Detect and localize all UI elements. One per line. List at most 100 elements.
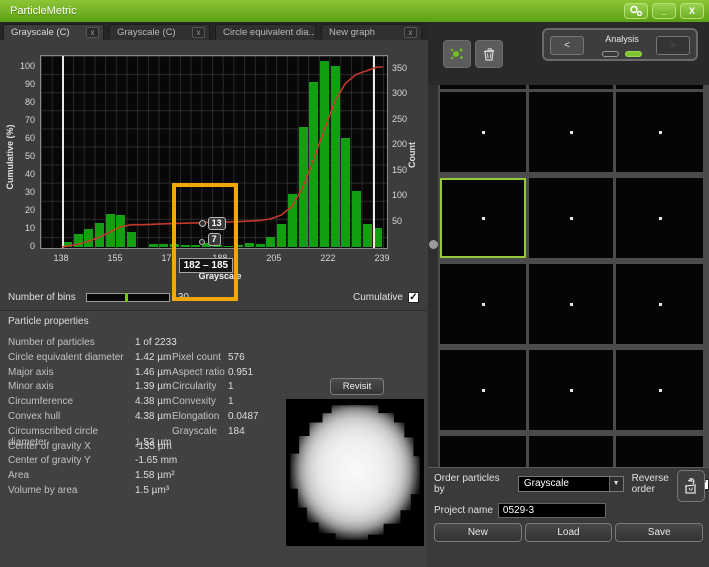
- particle-blob: [290, 405, 420, 540]
- tab-label: Circle equivalent dia...: [223, 27, 316, 38]
- particle-cell[interactable]: [616, 350, 703, 430]
- property-value: 1.39 µm: [135, 381, 171, 392]
- order-particles-by-label: Order particles by: [434, 473, 512, 495]
- y-left-tick: 20: [5, 205, 35, 215]
- property-value: 1: [228, 381, 234, 392]
- x-tick: 155: [100, 253, 130, 263]
- particle-cell-selected[interactable]: [440, 178, 526, 258]
- y-left-tick: 40: [5, 169, 35, 179]
- particle-cell[interactable]: [616, 178, 703, 258]
- grid-scrollbar[interactable]: [428, 85, 438, 467]
- property-value: 576: [228, 352, 245, 363]
- particle-cell[interactable]: [616, 436, 703, 467]
- particle-dot: [659, 217, 662, 220]
- particle-dot: [570, 131, 573, 134]
- tab-0[interactable]: Grayscale (C) x: [3, 24, 104, 40]
- particle-dot: [659, 389, 662, 392]
- close-button[interactable]: X: [680, 3, 704, 19]
- tab-close-icon[interactable]: x: [404, 27, 417, 38]
- save-button[interactable]: Save: [615, 523, 703, 542]
- project-name-input[interactable]: 0529-3: [498, 503, 606, 518]
- number-of-bins-label: Number of bins: [8, 292, 76, 303]
- y-right-tick: 300: [392, 88, 422, 98]
- app-title: ParticleMetric: [0, 5, 77, 17]
- property-label: Grayscale: [172, 426, 228, 437]
- tab-close-icon[interactable]: x: [86, 27, 99, 38]
- tab-3[interactable]: New graph x: [321, 24, 422, 40]
- y-left-tick: 60: [5, 133, 35, 143]
- particle-cell[interactable]: [529, 436, 613, 467]
- titlebar: ParticleMetric _ X: [0, 0, 709, 22]
- tab-label: Grayscale (C): [11, 27, 70, 38]
- y-left-tick: 80: [5, 97, 35, 107]
- particle-cell[interactable]: [529, 178, 613, 258]
- delete-button[interactable]: [475, 40, 503, 68]
- tab-2[interactable]: Circle equivalent dia...x: [215, 24, 316, 40]
- particle-cell[interactable]: [616, 85, 703, 89]
- next-page-button[interactable]: >: [656, 36, 690, 55]
- particle-cell[interactable]: [440, 264, 526, 344]
- particle-cell[interactable]: [440, 350, 526, 430]
- y-left-tick: 10: [5, 223, 35, 233]
- load-button[interactable]: Load: [525, 523, 613, 542]
- y-right-tick: 50: [392, 216, 422, 226]
- discard-hand-button[interactable]: [677, 470, 705, 502]
- tab-label: New graph: [329, 27, 375, 38]
- property-label: Number of particles: [8, 337, 135, 348]
- property-row: Volume by area1.5 µm³: [8, 485, 169, 496]
- property-value: 0.0487: [228, 411, 259, 422]
- particle-dot: [659, 303, 662, 306]
- particle-dot: [570, 303, 573, 306]
- y-right-tick: 150: [392, 165, 422, 175]
- x-tick: 205: [259, 253, 289, 263]
- property-label: Pixel count: [172, 352, 228, 363]
- x-tick: 239: [367, 253, 397, 263]
- grid-scrollbar-thumb[interactable]: [429, 240, 438, 249]
- particle-cell[interactable]: [529, 350, 613, 430]
- particle-cell[interactable]: [440, 85, 526, 89]
- particle-cell[interactable]: [529, 85, 613, 89]
- particle-cell[interactable]: [529, 264, 613, 344]
- cumulative-checkbox[interactable]: ✓: [408, 292, 419, 303]
- particle-cell[interactable]: [440, 92, 526, 172]
- property-row: Elongation0.0487: [172, 411, 259, 422]
- particle-cell[interactable]: [616, 92, 703, 172]
- particle-cell[interactable]: [529, 92, 613, 172]
- bubbles-icon[interactable]: [624, 3, 648, 19]
- property-row: Major axis1.46 µm: [8, 367, 171, 378]
- page-pill-active[interactable]: [625, 51, 642, 57]
- y-right-tick: 350: [392, 63, 422, 73]
- x-tick: 222: [313, 253, 343, 263]
- order-by-dropdown[interactable]: Grayscale ▼: [518, 476, 624, 492]
- revisit-button[interactable]: Revisit: [330, 378, 384, 395]
- property-value: 1.5 µm³: [135, 485, 169, 496]
- property-value: 1.46 µm: [135, 367, 171, 378]
- particle-properties-header: Particle properties: [0, 311, 427, 327]
- bins-slider[interactable]: [86, 293, 170, 302]
- app-window: ParticleMetric _ X Grayscale (C) x Graysca…: [0, 0, 709, 567]
- project-controls: Order particles by Grayscale ▼ Reverse o…: [428, 467, 709, 567]
- property-value: -135 µm: [135, 441, 172, 452]
- hand-bin-icon: [682, 476, 700, 496]
- particle-cell[interactable]: [440, 436, 526, 467]
- tab-1[interactable]: Grayscale (C)x: [109, 24, 210, 40]
- bins-slider-thumb[interactable]: [125, 293, 128, 302]
- property-row: Minor axis1.39 µm: [8, 381, 171, 392]
- property-row: Area1.58 µm²: [8, 470, 175, 481]
- property-value: 4.38 µm: [135, 411, 171, 422]
- page-pill-inactive[interactable]: [602, 51, 619, 57]
- new-button[interactable]: New: [434, 523, 522, 542]
- tab-close-icon[interactable]: x: [192, 27, 205, 38]
- particles-view-button[interactable]: [443, 40, 471, 68]
- minimize-button[interactable]: _: [652, 3, 676, 19]
- order-by-value: Grayscale: [524, 478, 569, 489]
- property-label: Circularity: [172, 381, 228, 392]
- particle-dot: [482, 303, 485, 306]
- chevron-down-icon[interactable]: ▼: [609, 477, 623, 491]
- property-label: Convexity: [172, 396, 228, 407]
- particle-cell[interactable]: [616, 264, 703, 344]
- y-right-tick: 250: [392, 114, 422, 124]
- y-left-tick: 70: [5, 115, 35, 125]
- property-row: Number of particles1 of 2233: [8, 337, 177, 348]
- property-value: 1 of 2233: [135, 337, 177, 348]
